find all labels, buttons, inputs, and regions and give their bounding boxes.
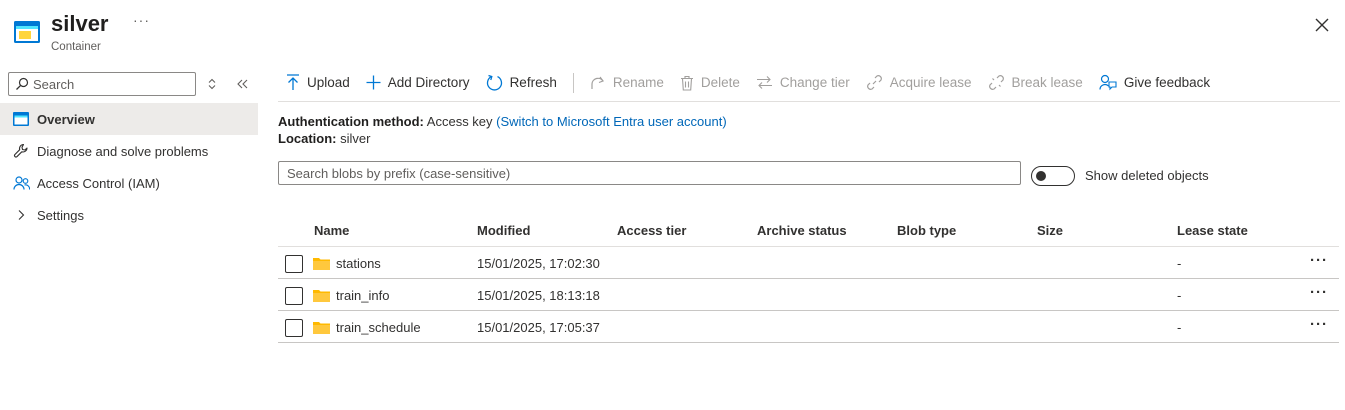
page-title: silver: [51, 11, 109, 36]
sidebar-item-label: Settings: [37, 207, 84, 223]
blob-name[interactable]: train_schedule: [336, 320, 421, 335]
folder-icon: [313, 258, 330, 270]
broken-link-icon: [988, 75, 1004, 90]
change-tier-button[interactable]: Change tier: [756, 75, 850, 90]
break-lease-button[interactable]: Break lease: [988, 74, 1083, 91]
sidebar: Overview Diagnose and solve problems Acc…: [0, 64, 258, 410]
upload-icon: [287, 74, 299, 90]
blob-lease-state: -: [1177, 256, 1182, 271]
sidebar-search[interactable]: [8, 72, 196, 96]
column-header-name[interactable]: Name: [314, 223, 349, 238]
toggle-knob: [1036, 171, 1046, 181]
sidebar-item-label: Diagnose and solve problems: [37, 143, 209, 159]
blob-modified: 15/01/2025, 17:05:37: [477, 320, 600, 335]
toolbar: Upload Add Directory Refresh Rename Dele…: [278, 64, 1340, 102]
add-directory-button[interactable]: Add Directory: [366, 75, 470, 90]
page-header: silver Container ···: [0, 0, 1345, 64]
folder-icon: [313, 322, 330, 334]
rename-label: Rename: [612, 75, 664, 90]
sidebar-item-diagnose[interactable]: Diagnose and solve problems: [0, 135, 258, 167]
swap-icon: [756, 76, 772, 89]
rename-icon: [591, 76, 604, 89]
sidebar-item-label: Overview: [37, 111, 95, 127]
page-subtitle: Container: [51, 41, 101, 53]
add-directory-label: Add Directory: [387, 75, 470, 90]
delete-button[interactable]: Delete: [680, 75, 740, 91]
table-header: Name Modified Access tier Archive status…: [278, 214, 1339, 247]
table-row[interactable]: train_schedule 15/01/2025, 17:05:37 - ··…: [278, 311, 1339, 343]
sidebar-nav: Overview Diagnose and solve problems Acc…: [0, 103, 258, 231]
chevron-right-icon: [12, 206, 30, 224]
row-more-button[interactable]: ···: [1310, 284, 1328, 301]
blob-lease-state: -: [1177, 288, 1182, 303]
give-feedback-button[interactable]: Give feedback: [1099, 74, 1210, 91]
column-header-lease-state[interactable]: Lease state: [1177, 223, 1248, 238]
blob-name[interactable]: stations: [336, 256, 381, 271]
table-row[interactable]: train_info 15/01/2025, 18:13:18 - ···: [278, 279, 1339, 311]
row-checkbox[interactable]: [285, 287, 303, 305]
toolbar-divider: [572, 72, 574, 93]
blob-table: Name Modified Access tier Archive status…: [278, 214, 1339, 343]
change-tier-label: Change tier: [779, 75, 850, 90]
sidebar-search-input[interactable]: [33, 76, 193, 92]
feedback-icon: [1099, 74, 1117, 91]
blob-search-input[interactable]: [279, 162, 1020, 184]
auth-method-label: Authentication method:: [278, 114, 424, 129]
location-value: silver: [340, 131, 371, 146]
sort-icon[interactable]: [205, 77, 219, 91]
sidebar-item-overview[interactable]: Overview: [0, 103, 258, 135]
auth-method: Authentication method: Access key (Switc…: [278, 114, 727, 129]
location-label: Location:: [278, 131, 337, 146]
sidebar-item-access-control[interactable]: Access Control (IAM): [0, 167, 258, 199]
overview-icon: [12, 110, 30, 128]
row-checkbox[interactable]: [285, 319, 303, 337]
column-header-archive-status[interactable]: Archive status: [757, 223, 847, 238]
auth-method-value: Access key: [426, 114, 493, 129]
blob-modified: 15/01/2025, 17:02:30: [477, 256, 600, 271]
plus-icon: [366, 75, 381, 90]
rename-button[interactable]: Rename: [590, 75, 664, 91]
row-checkbox[interactable]: [285, 255, 303, 273]
trash-icon: [680, 75, 693, 91]
folder-icon: [313, 290, 330, 302]
column-header-modified[interactable]: Modified: [477, 223, 530, 238]
link-icon: [866, 75, 882, 90]
refresh-button[interactable]: Refresh: [486, 74, 557, 91]
more-options-button[interactable]: ···: [133, 12, 150, 28]
table-row[interactable]: stations 15/01/2025, 17:02:30 - ···: [278, 247, 1339, 279]
sidebar-item-label: Access Control (IAM): [37, 175, 160, 191]
acquire-lease-button[interactable]: Acquire lease: [866, 74, 972, 91]
refresh-icon: [486, 74, 502, 91]
column-header-blob-type[interactable]: Blob type: [897, 223, 956, 238]
row-more-button[interactable]: ···: [1310, 316, 1328, 333]
blob-search[interactable]: [278, 161, 1021, 185]
acquire-lease-label: Acquire lease: [889, 75, 972, 90]
refresh-label: Refresh: [509, 75, 557, 90]
show-deleted-toggle[interactable]: [1031, 166, 1075, 186]
blob-lease-state: -: [1177, 320, 1182, 335]
row-more-button[interactable]: ···: [1310, 252, 1328, 269]
column-header-access-tier[interactable]: Access tier: [617, 223, 686, 238]
sidebar-item-settings[interactable]: Settings: [0, 199, 258, 231]
switch-auth-link[interactable]: (Switch to Microsoft Entra user account): [496, 114, 726, 129]
blob-modified: 15/01/2025, 18:13:18: [477, 288, 600, 303]
people-icon: [12, 174, 30, 192]
main-content: Upload Add Directory Refresh Rename Dele…: [278, 64, 1340, 410]
delete-label: Delete: [700, 75, 740, 90]
blob-name[interactable]: train_info: [336, 288, 389, 303]
upload-label: Upload: [307, 75, 350, 90]
show-deleted-label: Show deleted objects: [1085, 168, 1209, 183]
upload-button[interactable]: Upload: [286, 74, 350, 91]
container-icon: [14, 21, 40, 43]
search-icon: [16, 77, 29, 90]
give-feedback-label: Give feedback: [1123, 75, 1211, 90]
close-icon[interactable]: [1313, 16, 1331, 34]
break-lease-label: Break lease: [1011, 75, 1083, 90]
wrench-icon: [12, 142, 30, 160]
collapse-sidebar-icon[interactable]: [234, 76, 250, 92]
column-header-size[interactable]: Size: [1037, 223, 1063, 238]
location: Location: silver: [278, 131, 370, 146]
